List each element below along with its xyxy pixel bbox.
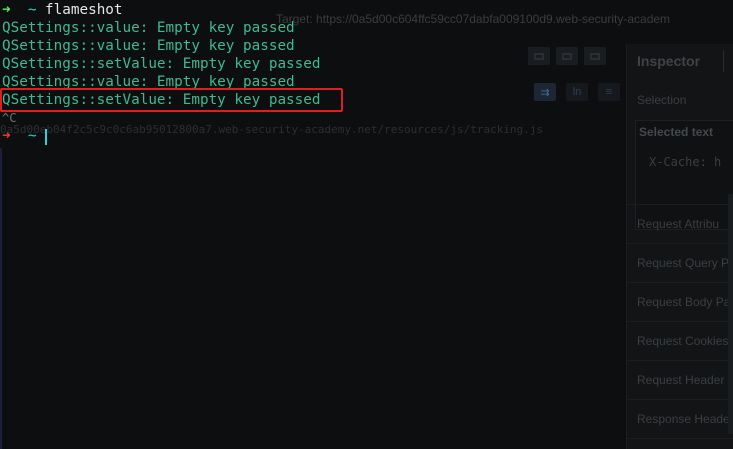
text-cursor <box>45 129 47 145</box>
output-line: QSettings::value: Empty key passed <box>2 20 295 36</box>
prompt-directory: ~ <box>27 2 37 18</box>
current-prompt-line: ➜ ~ <box>2 127 36 145</box>
command-line: ➜ ~ flameshot <box>2 1 123 19</box>
terminal-window[interactable]: ➜ ~ flameshot QSettings::value: Empty ke… <box>0 0 733 449</box>
prompt-arrow-icon: ➜ <box>2 128 11 144</box>
interrupt-indicator: ^C <box>2 111 17 125</box>
prompt-directory: ~ <box>27 128 37 144</box>
output-line: QSettings::value: Empty key passed <box>2 38 295 54</box>
terminal-left-edge <box>0 148 2 449</box>
command-text: flameshot <box>45 2 123 18</box>
output-line: QSettings::setValue: Empty key passed <box>2 56 321 72</box>
red-highlight-annotation <box>0 88 343 112</box>
prompt-arrow-icon: ➜ <box>2 2 11 18</box>
